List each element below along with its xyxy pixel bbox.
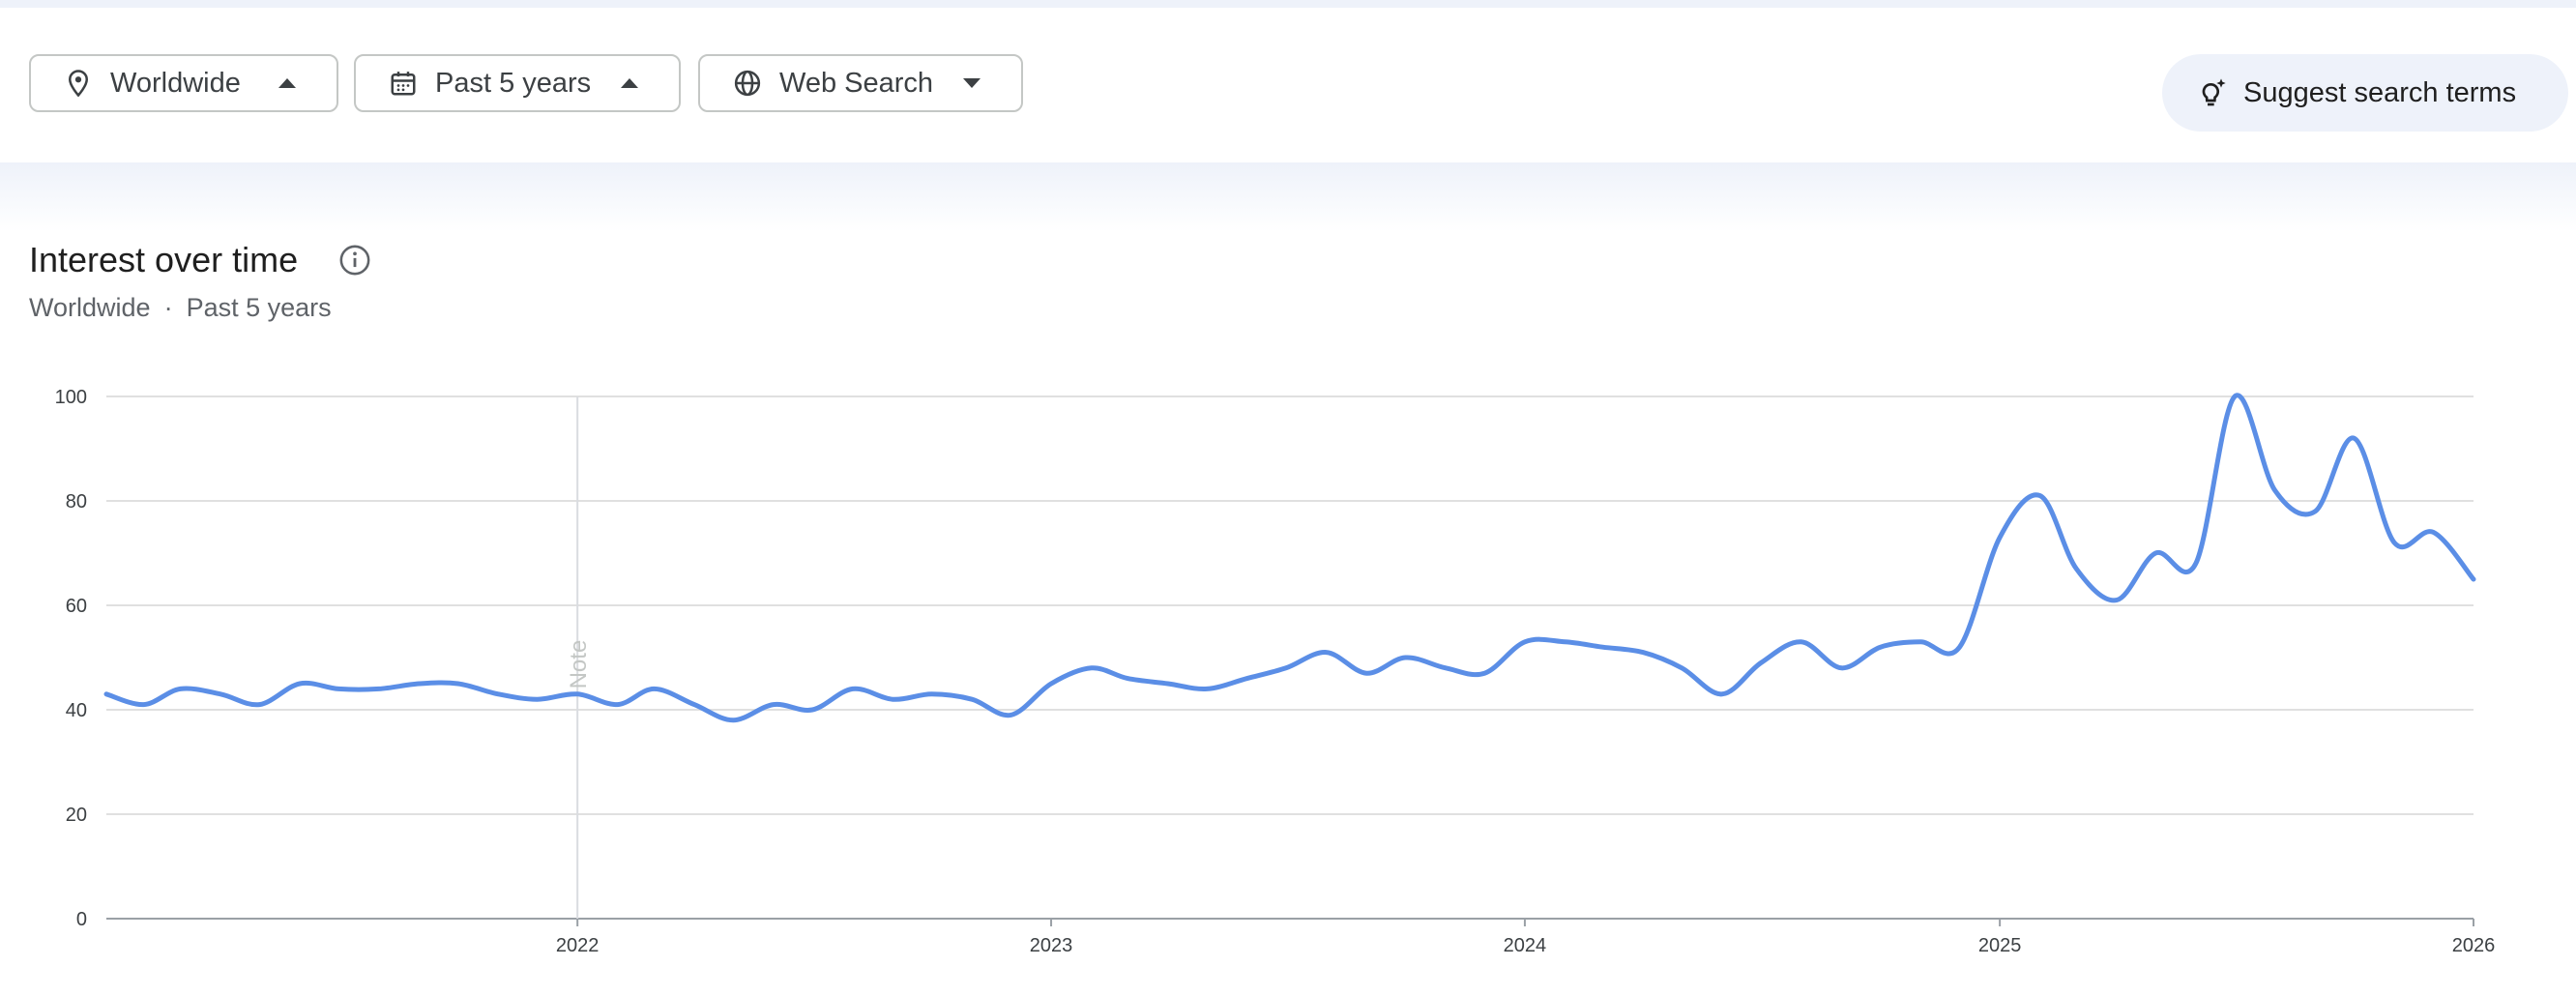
location-pin-icon — [62, 67, 95, 100]
caret-up-icon — [621, 78, 638, 88]
location-filter-label: Worldwide — [110, 67, 241, 99]
annotation-note-label: Note — [566, 640, 592, 689]
subtitle-location: Worldwide — [29, 293, 151, 322]
y-tick-label: 80 — [66, 491, 87, 513]
x-tick-label: 2024 — [1504, 935, 1547, 956]
suggest-search-terms-label: Suggest search terms — [2243, 76, 2517, 108]
y-tick-label: 40 — [66, 700, 87, 721]
x-tick-label: 2022 — [556, 935, 600, 956]
time-filter-chip[interactable]: Past 5 years — [354, 54, 681, 112]
y-tick-label: 100 — [55, 387, 87, 408]
info-icon[interactable] — [338, 244, 371, 277]
calendar-icon — [387, 67, 420, 100]
subtitle-time: Past 5 years — [186, 293, 332, 322]
interest-line-chart: 0 20 40 60 80 100 2022 2023 2024 2025 2026 Note — [55, 387, 2496, 956]
x-tick-label: 2025 — [1978, 935, 2022, 956]
y-tick-label: 0 — [76, 909, 87, 930]
section-divider-band — [0, 162, 2576, 232]
suggest-search-terms-button[interactable]: Suggest search terms — [2162, 54, 2568, 132]
lightbulb-sparkle-icon — [2197, 76, 2230, 109]
caret-up-icon — [278, 78, 296, 88]
location-filter-chip[interactable]: Worldwide — [29, 54, 338, 112]
subtitle-separator: · — [163, 293, 173, 322]
y-tick-label: 60 — [66, 596, 87, 617]
x-tick-label: 2026 — [2452, 935, 2496, 956]
card-subtitle: Worldwide · Past 5 years — [29, 293, 332, 323]
globe-icon — [731, 67, 764, 100]
top-strip — [0, 0, 2576, 8]
filter-bar: Worldwide Past 5 years Web Search Sugges… — [0, 8, 2576, 162]
caret-down-icon — [963, 78, 981, 88]
search-property-chip[interactable]: Web Search — [698, 54, 1023, 112]
series-line — [103, 393, 2476, 723]
time-filter-label: Past 5 years — [435, 67, 592, 99]
x-tick-label: 2023 — [1030, 935, 1073, 956]
search-property-label: Web Search — [779, 67, 934, 99]
y-tick-label: 20 — [66, 805, 87, 826]
card-title: Interest over time — [29, 240, 299, 279]
